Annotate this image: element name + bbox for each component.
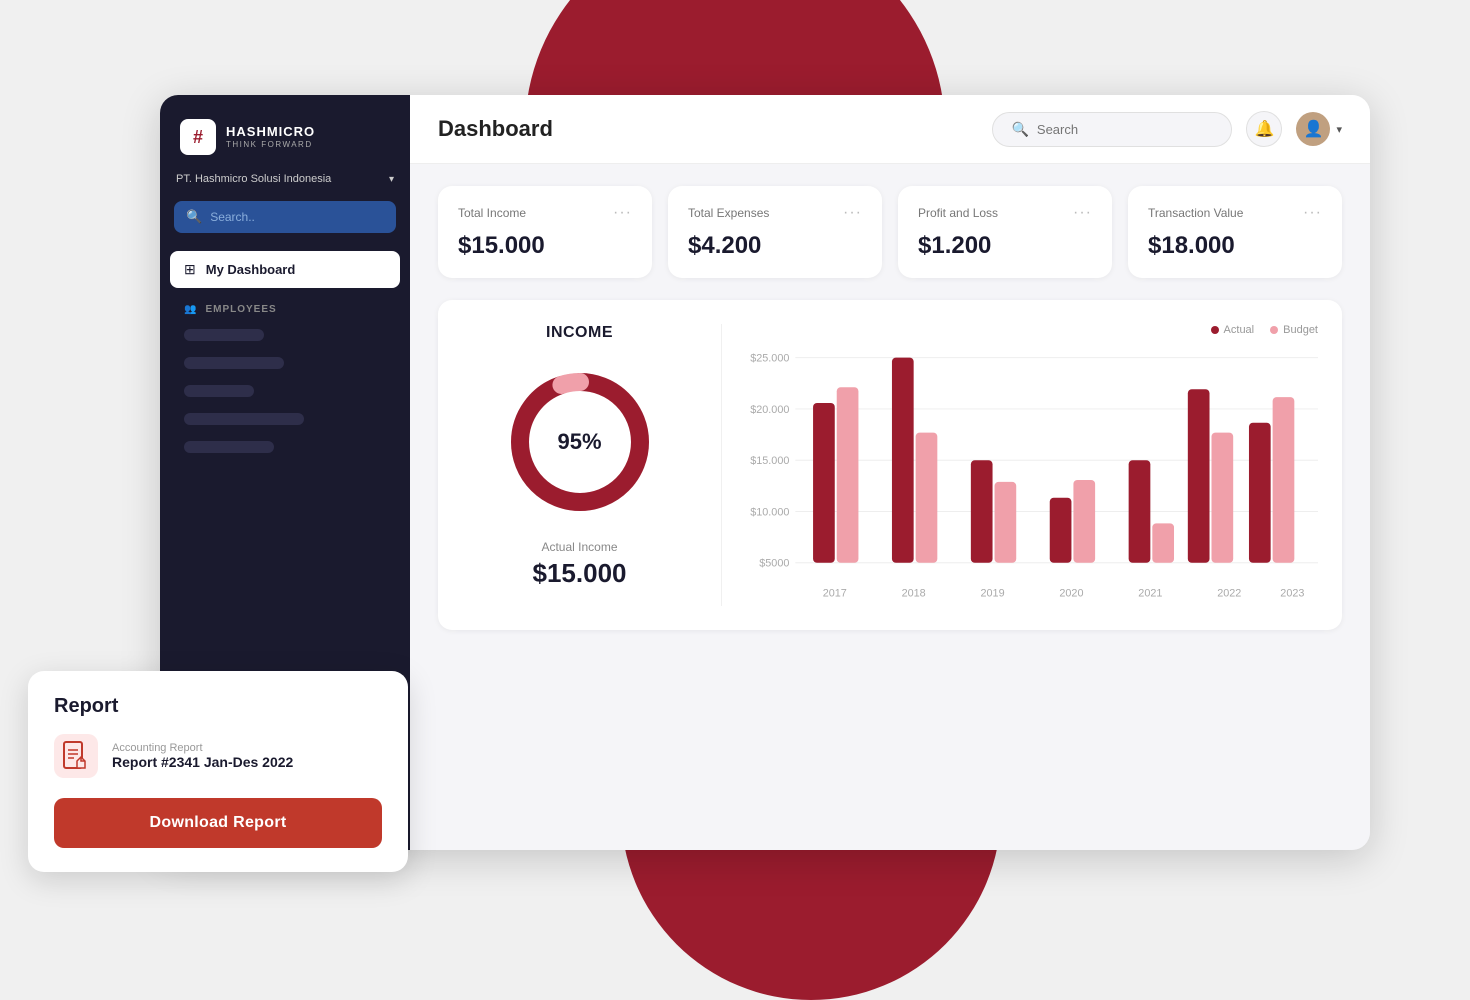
employees-icon: 👥 bbox=[184, 304, 197, 315]
svg-text:2021: 2021 bbox=[1138, 587, 1162, 599]
legend-actual: Actual bbox=[1211, 324, 1255, 336]
search-input[interactable] bbox=[1037, 122, 1214, 137]
svg-text:2022: 2022 bbox=[1217, 587, 1241, 599]
sidebar-item-dashboard[interactable]: ⊞ My Dashboard bbox=[170, 251, 400, 288]
income-left: INCOME 95% bbox=[462, 324, 722, 606]
stat-title-profit: Profit and Loss bbox=[918, 206, 998, 220]
user-avatar-button[interactable]: 👤 ▾ bbox=[1296, 112, 1342, 146]
stat-card-transaction: Transaction Value ··· $18.000 bbox=[1128, 186, 1342, 278]
sidebar-search[interactable]: 🔍 bbox=[174, 201, 396, 233]
stat-menu-profit[interactable]: ··· bbox=[1073, 204, 1092, 222]
actual-income-label: Actual Income bbox=[541, 540, 617, 554]
download-report-button[interactable]: Download Report bbox=[54, 798, 382, 848]
dashboard-icon: ⊞ bbox=[184, 261, 196, 278]
nav-skeleton-5 bbox=[184, 441, 274, 453]
income-right: Actual Budget bbox=[722, 324, 1318, 606]
stat-title-transaction: Transaction Value bbox=[1148, 206, 1243, 220]
page-title: Dashboard bbox=[438, 116, 553, 142]
svg-text:2017: 2017 bbox=[823, 587, 847, 599]
sidebar-logo: # HASHMICRO THINK FORWARD bbox=[160, 95, 410, 173]
report-item: Accounting Report Report #2341 Jan-Des 2… bbox=[54, 734, 382, 778]
stat-menu-expenses[interactable]: ··· bbox=[843, 204, 862, 222]
actual-income-value: $15.000 bbox=[533, 558, 627, 589]
avatar: 👤 bbox=[1296, 112, 1330, 146]
report-card: Report Accounting Report Report #2341 Ja… bbox=[28, 671, 408, 872]
svg-text:2018: 2018 bbox=[902, 587, 926, 599]
stat-card-income: Total Income ··· $15.000 bbox=[438, 186, 652, 278]
svg-text:$15.000: $15.000 bbox=[750, 455, 789, 467]
stat-title-expenses: Total Expenses bbox=[688, 206, 769, 220]
legend-budget: Budget bbox=[1270, 324, 1318, 336]
income-chart-title: INCOME bbox=[546, 324, 613, 342]
nav-skeleton-3 bbox=[184, 385, 254, 397]
sidebar-search-input[interactable] bbox=[210, 210, 384, 224]
notification-button[interactable]: 🔔 bbox=[1246, 111, 1282, 147]
header-right: 🔍 🔔 👤 ▾ bbox=[992, 111, 1342, 147]
svg-text:2019: 2019 bbox=[981, 587, 1005, 599]
stat-menu-transaction[interactable]: ··· bbox=[1303, 204, 1322, 222]
nav-section-employees: 👥 EMPLOYEES bbox=[160, 290, 410, 321]
report-file-icon bbox=[54, 734, 98, 778]
legend-budget-dot bbox=[1270, 326, 1278, 334]
donut-percent-value: 95% bbox=[557, 429, 601, 454]
donut-center: 95% bbox=[557, 429, 601, 455]
search-bar-icon: 🔍 bbox=[1011, 121, 1028, 138]
logo-text: HASHMICRO THINK FORWARD bbox=[226, 125, 315, 148]
logo-icon: # bbox=[180, 119, 216, 155]
legend-actual-dot bbox=[1211, 326, 1219, 334]
svg-text:2020: 2020 bbox=[1059, 587, 1083, 599]
stat-value-expenses: $4.200 bbox=[688, 232, 862, 260]
report-item-text: Accounting Report Report #2341 Jan-Des 2… bbox=[112, 742, 293, 770]
stat-card-profit: Profit and Loss ··· $1.200 bbox=[898, 186, 1112, 278]
income-section: INCOME 95% bbox=[438, 300, 1342, 630]
report-item-title: Report #2341 Jan-Des 2022 bbox=[112, 754, 293, 770]
company-selector[interactable]: PT. Hashmicro Solusi Indonesia ▾ bbox=[176, 173, 394, 185]
chevron-down-icon: ▾ bbox=[389, 174, 394, 185]
stat-value-profit: $1.200 bbox=[918, 232, 1092, 260]
nav-skeleton-1 bbox=[184, 329, 264, 341]
company-name: PT. Hashmicro Solusi Indonesia bbox=[176, 173, 331, 185]
svg-text:2023: 2023 bbox=[1280, 587, 1304, 599]
donut-chart: 95% bbox=[500, 362, 660, 522]
bar-chart: $25.000 $20.000 $15.000 $10.000 $5000 bbox=[746, 346, 1318, 606]
report-card-title: Report bbox=[54, 695, 382, 718]
stat-value-income: $15.000 bbox=[458, 232, 632, 260]
stat-value-transaction: $18.000 bbox=[1148, 232, 1322, 260]
dashboard-body: Total Income ··· $15.000 Total Expenses … bbox=[410, 164, 1370, 850]
svg-text:$25.000: $25.000 bbox=[750, 353, 789, 365]
stat-card-expenses: Total Expenses ··· $4.200 bbox=[668, 186, 882, 278]
stat-cards: Total Income ··· $15.000 Total Expenses … bbox=[438, 186, 1342, 278]
report-subtitle: Accounting Report bbox=[112, 742, 293, 754]
search-icon: 🔍 bbox=[186, 209, 202, 225]
search-bar[interactable]: 🔍 bbox=[992, 112, 1232, 147]
nav-skeleton-4 bbox=[184, 413, 304, 425]
svg-text:$5000: $5000 bbox=[759, 558, 789, 570]
nav-skeleton-2 bbox=[184, 357, 284, 369]
brand-name: HASHMICRO bbox=[226, 125, 315, 139]
stat-title-income: Total Income bbox=[458, 206, 526, 220]
header: Dashboard 🔍 🔔 👤 ▾ bbox=[410, 95, 1370, 164]
stat-menu-income[interactable]: ··· bbox=[613, 204, 632, 222]
chevron-down-icon: ▾ bbox=[1336, 123, 1342, 136]
svg-text:$10.000: $10.000 bbox=[750, 506, 789, 518]
svg-text:$20.000: $20.000 bbox=[750, 404, 789, 416]
sidebar-item-label: My Dashboard bbox=[206, 262, 296, 277]
main-content: Dashboard 🔍 🔔 👤 ▾ Total Income bbox=[410, 95, 1370, 850]
brand-tagline: THINK FORWARD bbox=[226, 140, 315, 149]
bar-chart-legend: Actual Budget bbox=[746, 324, 1318, 336]
